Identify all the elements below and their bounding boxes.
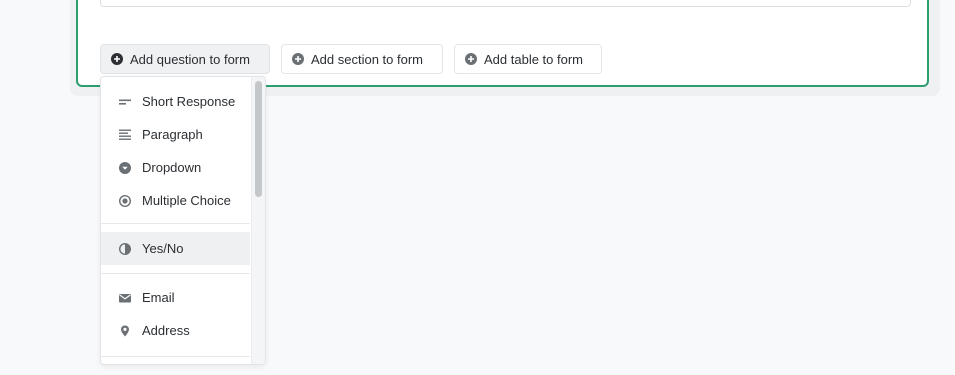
- add-table-button[interactable]: Add table to form: [454, 44, 602, 74]
- short-text-icon: [118, 95, 132, 109]
- dropdown-icon: [118, 161, 132, 175]
- add-question-label: Add question to form: [130, 51, 250, 67]
- menu-item-paragraph[interactable]: Paragraph: [101, 118, 250, 151]
- envelope-icon: [118, 291, 132, 305]
- question-type-menu: Short Response Paragraph Dropdown Multip…: [100, 76, 266, 365]
- menu-item-address[interactable]: Address: [101, 314, 250, 347]
- add-table-label: Add table to form: [484, 51, 583, 67]
- menu-item-label: Paragraph: [142, 127, 203, 142]
- menu-scrollbar[interactable]: [251, 77, 265, 364]
- plus-circle-icon: [111, 53, 123, 65]
- menu-item-label: Short Response: [142, 94, 236, 109]
- add-section-label: Add section to form: [311, 51, 423, 67]
- radio-icon: [118, 194, 132, 208]
- scrollbar-thumb[interactable]: [255, 81, 262, 197]
- menu-divider: [101, 223, 250, 224]
- menu-divider: [101, 273, 250, 274]
- add-question-button[interactable]: Add question to form: [100, 44, 270, 74]
- menu-item-short-response[interactable]: Short Response: [101, 85, 250, 118]
- menu-item-label: Multiple Choice: [142, 193, 231, 208]
- menu-item-label: Email: [142, 290, 175, 305]
- menu-item-yes-no[interactable]: Yes/No: [101, 232, 250, 265]
- previous-field-input[interactable]: [100, 0, 911, 7]
- menu-item-label: Yes/No: [142, 241, 184, 256]
- menu-item-multiple-choice[interactable]: Multiple Choice: [101, 184, 250, 217]
- paragraph-icon: [118, 128, 132, 142]
- half-circle-icon: [118, 242, 132, 256]
- add-section-button[interactable]: Add section to form: [281, 44, 443, 74]
- menu-item-label: Dropdown: [142, 160, 202, 175]
- plus-circle-icon: [465, 53, 477, 65]
- menu-divider: [101, 356, 250, 357]
- menu-item-email[interactable]: Email: [101, 281, 250, 314]
- menu-item-label: Address: [142, 323, 190, 338]
- menu-item-dropdown[interactable]: Dropdown: [101, 151, 250, 184]
- location-pin-icon: [118, 324, 132, 338]
- plus-circle-icon: [292, 53, 304, 65]
